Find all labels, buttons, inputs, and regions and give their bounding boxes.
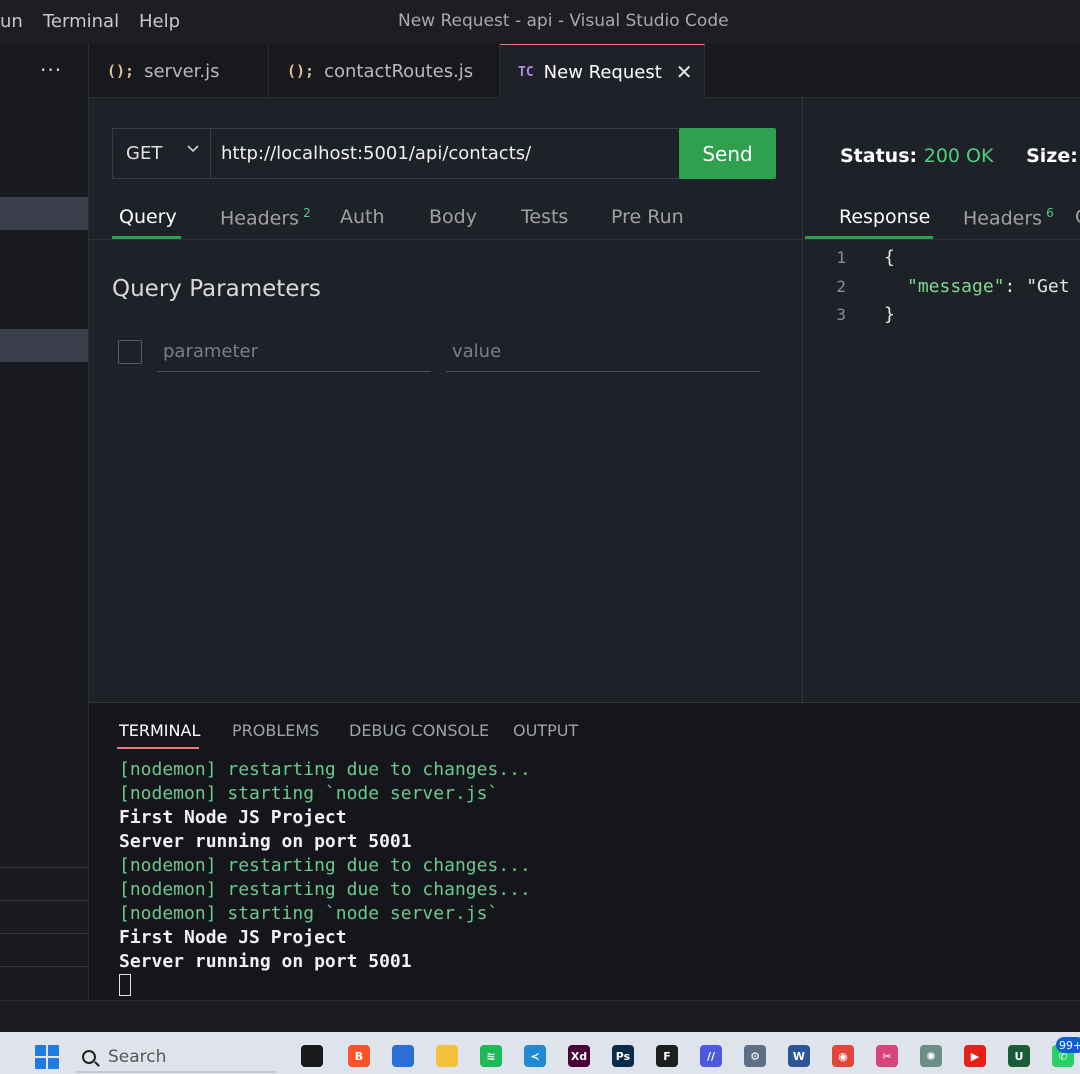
res-tab-cookies[interactable]: C — [1075, 206, 1080, 228]
sidebar-divider — [0, 933, 88, 934]
terminal-line: [nodemon] restarting due to changes... — [119, 879, 531, 900]
js-file-icon: (); — [107, 62, 135, 80]
send-button[interactable]: Send — [679, 128, 776, 179]
status-bar — [0, 1000, 1080, 1032]
tab-terminal[interactable]: TERMINAL — [119, 721, 200, 740]
close-icon[interactable]: ✕ — [676, 60, 693, 84]
spotify-icon[interactable]: ≋ — [480, 1045, 502, 1067]
tab-output[interactable]: OUTPUT — [513, 721, 578, 740]
folder-icon[interactable] — [436, 1045, 458, 1067]
terminal-line: [nodemon] restarting due to changes... — [119, 759, 531, 780]
taskbar-search[interactable]: Search — [76, 1043, 276, 1073]
upwork-icon[interactable]: U — [1008, 1045, 1030, 1067]
brave-icon[interactable]: B — [348, 1045, 370, 1067]
parameter-input[interactable]: parameter — [157, 338, 431, 372]
word-icon[interactable]: W — [788, 1045, 810, 1067]
url-input[interactable]: http://localhost:5001/api/contacts/ — [210, 128, 680, 179]
snipping-tool-icon[interactable]: ✂ — [876, 1045, 898, 1067]
adobe-xd-icon[interactable]: Xd — [568, 1045, 590, 1067]
settings-icon[interactable]: ⚙ — [744, 1045, 766, 1067]
subtab-auth[interactable]: Auth — [340, 206, 385, 228]
notification-badge: 99+ — [1056, 1037, 1080, 1053]
menu-terminal[interactable]: Terminal — [43, 11, 119, 32]
tab-debug-console[interactable]: DEBUG CONSOLE — [349, 721, 489, 740]
title-bar: un Terminal Help New Request - api - Vis… — [0, 0, 1080, 44]
divider — [89, 239, 802, 240]
file-explorer-icon[interactable] — [301, 1045, 323, 1067]
request-pane: GET http://localhost:5001/api/contacts/ … — [89, 98, 802, 702]
code-line: 1{ — [836, 247, 895, 268]
terminal-line: Server running on port 5001 — [119, 951, 412, 972]
res-headers-count: 6 — [1046, 206, 1054, 220]
tab-label: server.js — [144, 60, 220, 82]
terminal-line: First Node JS Project — [119, 807, 347, 828]
response-status: Status: 200 OK Size: 30 — [840, 145, 1078, 167]
method-select[interactable]: GET — [112, 128, 210, 179]
thunder-client-icon: TC — [518, 64, 534, 80]
method-value: GET — [126, 143, 163, 164]
terminal-line: Server running on port 5001 — [119, 831, 412, 852]
more-actions-icon[interactable]: ··· — [40, 58, 62, 82]
windows-start-icon[interactable] — [35, 1045, 59, 1069]
photoshop-icon[interactable]: Ps — [612, 1045, 634, 1067]
sidebar-divider — [0, 867, 88, 868]
terminal-line: [nodemon] starting `node server.js` — [119, 903, 499, 924]
tab-contact-routes-js[interactable]: (); contactRoutes.js — [269, 44, 500, 98]
headers-count: 2 — [303, 206, 311, 220]
editor-tabs: (); server.js (); contactRoutes.js TC Ne… — [89, 44, 1080, 99]
divider — [803, 239, 1080, 240]
terminal-cursor — [119, 974, 131, 996]
sidebar: ··· — [0, 44, 89, 1000]
subtab-body[interactable]: Body — [429, 206, 477, 228]
sidebar-item-selected[interactable] — [0, 197, 88, 230]
terminal-line: First Node JS Project — [119, 927, 347, 948]
code-line: 2 "message": "Get — [836, 276, 1070, 297]
chrome-icon[interactable]: ◉ — [832, 1045, 854, 1067]
res-tab-headers[interactable]: Headers 6 — [963, 206, 1054, 229]
res-tab-response[interactable]: Response — [839, 206, 930, 228]
sidebar-divider — [0, 966, 88, 967]
response-pane: Status: 200 OK Size: 30 Response Headers… — [803, 98, 1080, 702]
window-title: New Request - api - Visual Studio Code — [398, 11, 729, 31]
sidebar-item-selected-2[interactable] — [0, 329, 88, 362]
tab-label: contactRoutes.js — [324, 60, 474, 82]
terminal-line: [nodemon] starting `node server.js` — [119, 783, 499, 804]
search-placeholder: Search — [108, 1047, 167, 1067]
value-input[interactable]: value — [446, 338, 760, 372]
status-value: 200 OK — [923, 145, 994, 167]
code-line: 3} — [836, 304, 895, 325]
figma-icon[interactable]: F — [656, 1045, 678, 1067]
subtab-query[interactable]: Query — [119, 206, 177, 228]
query-parameters-title: Query Parameters — [112, 276, 321, 302]
linear-icon[interactable]: // — [700, 1045, 722, 1067]
subtab-headers[interactable]: Headers 2 — [220, 206, 311, 229]
tab-server-js[interactable]: (); server.js — [89, 44, 269, 98]
sidebar-divider — [0, 900, 88, 901]
youtube-icon[interactable]: ▶ — [964, 1045, 986, 1067]
subtab-pre-run[interactable]: Pre Run — [611, 206, 684, 228]
terminal-line: [nodemon] restarting due to changes... — [119, 855, 531, 876]
bottom-panel: TERMINAL PROBLEMS DEBUG CONSOLE OUTPUT [… — [89, 702, 1080, 1000]
chevron-down-icon — [187, 145, 199, 153]
tab-label: New Request — [543, 61, 662, 83]
vscode-icon[interactable]: ≺ — [524, 1045, 546, 1067]
js-file-icon: (); — [287, 62, 315, 80]
store-icon[interactable] — [392, 1045, 414, 1067]
taskbar: Search B ≋ ≺ Xd Ps F//⚙ W ◉ ✂ ✺ ▶ U ✆ — [0, 1032, 1080, 1074]
tab-new-request[interactable]: TC New Request ✕ — [500, 44, 705, 99]
param-enable-checkbox[interactable] — [118, 340, 142, 364]
subtab-tests[interactable]: Tests — [521, 206, 568, 228]
menu-help[interactable]: Help — [139, 11, 180, 32]
tab-problems[interactable]: PROBLEMS — [232, 721, 319, 740]
menu-run[interactable]: un — [0, 11, 23, 32]
search-icon — [82, 1050, 96, 1064]
chatgpt-icon[interactable]: ✺ — [920, 1045, 942, 1067]
active-panel-tab-indicator — [117, 747, 199, 749]
